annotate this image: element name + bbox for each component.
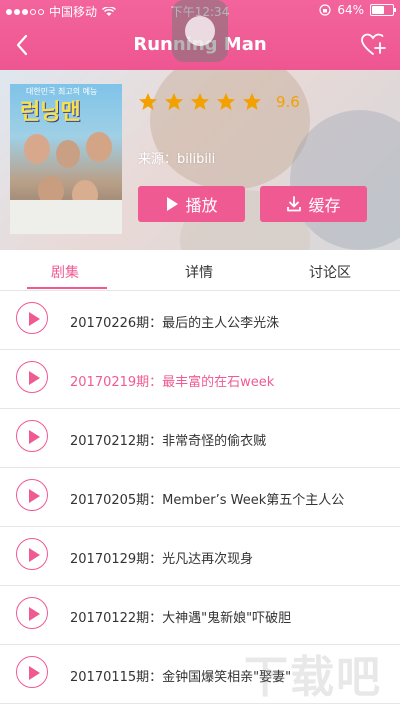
- episode-item[interactable]: 20170212期：非常奇怪的偷衣贼: [0, 409, 400, 468]
- watermark: 下载吧: [244, 652, 382, 703]
- cache-button[interactable]: 缓存: [260, 186, 367, 222]
- episode-title: 20170219期：最丰富的在石week: [70, 375, 275, 390]
- play-circle-icon[interactable]: [16, 538, 48, 570]
- star-icon: [139, 93, 157, 110]
- battery-icon: [370, 4, 396, 16]
- episode-title: 20170205期：Member’s Week第五个主人公: [70, 493, 345, 508]
- play-circle-icon[interactable]: [16, 420, 48, 452]
- star-icon: [191, 93, 209, 110]
- rating-stars: 9.6: [138, 92, 300, 112]
- play-circle-icon[interactable]: [16, 597, 48, 629]
- episode-title: 20170212期：非常奇怪的偷衣贼: [70, 434, 267, 449]
- chevron-left-icon: [16, 34, 28, 56]
- battery-percent: 64%: [337, 3, 364, 17]
- source-label: 来源：bilibili: [138, 152, 216, 167]
- episode-item[interactable]: 20170122期：大神遇"鬼新娘"吓破胆: [0, 586, 400, 645]
- tab-episodes[interactable]: 剧集: [51, 262, 79, 282]
- rating-score: 9.6: [276, 93, 300, 111]
- cache-button-label: 缓存: [308, 196, 341, 215]
- episode-item[interactable]: 20170205期：Member’s Week第五个主人公: [0, 468, 400, 527]
- play-circle-icon[interactable]: [16, 656, 48, 688]
- assistive-touch-button[interactable]: [172, 0, 228, 62]
- play-icon: [167, 197, 179, 211]
- tab-discussion[interactable]: 讨论区: [309, 262, 351, 282]
- favorite-button[interactable]: [358, 30, 388, 60]
- show-poster: 대한민국 최고의 예능 런닝맨: [10, 84, 122, 234]
- download-icon: [287, 196, 302, 212]
- star-icon: [165, 93, 183, 110]
- active-tab-indicator: [27, 287, 107, 289]
- poster-logo: 런닝맨: [20, 100, 81, 125]
- play-button-label: 播放: [185, 196, 218, 215]
- tab-details[interactable]: 详情: [185, 262, 213, 282]
- episode-item[interactable]: 20170129期：光凡达再次现身: [0, 527, 400, 586]
- episode-item[interactable]: 20170226期：最后的主人公李光洙: [0, 291, 400, 350]
- episode-title: 20170122期：大神遇"鬼新娘"吓破胆: [70, 611, 292, 626]
- episode-item[interactable]: 20170219期：最丰富的在石week: [0, 350, 400, 409]
- heart-add-icon: [361, 33, 386, 55]
- play-circle-icon[interactable]: [16, 361, 48, 393]
- play-circle-icon[interactable]: [16, 479, 48, 511]
- star-icon: [243, 93, 261, 110]
- orientation-lock-icon: [319, 4, 331, 16]
- play-circle-icon[interactable]: [16, 302, 48, 334]
- star-icon: [217, 93, 235, 110]
- episode-title: 20170129期：光凡达再次现身: [70, 552, 254, 567]
- back-button[interactable]: [10, 30, 36, 60]
- tab-bar: 剧集 详情 讨论区: [0, 250, 400, 291]
- episode-title: 20170226期：最后的主人公李光洙: [70, 316, 280, 331]
- show-info-panel: 대한민국 최고의 예능 런닝맨 9.6 来源：bilibili 播放 缓存: [0, 70, 400, 250]
- play-button[interactable]: 播放: [138, 186, 245, 222]
